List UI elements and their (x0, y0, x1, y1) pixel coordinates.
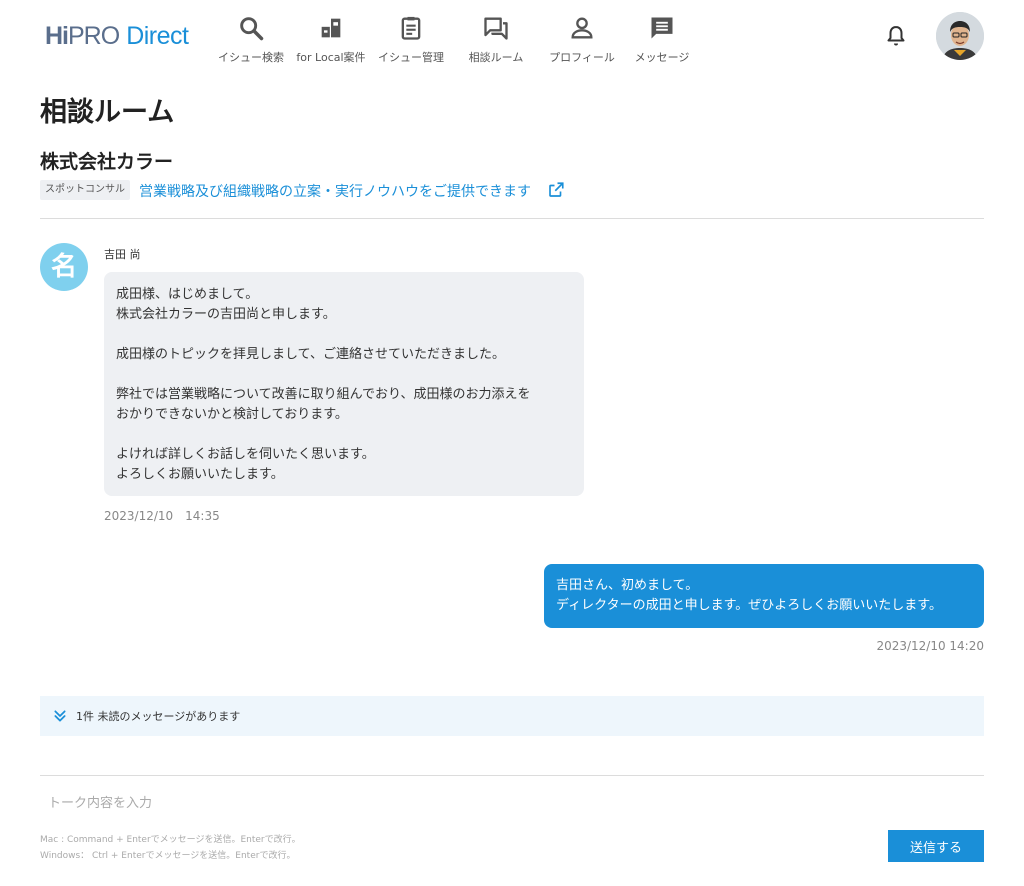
nav-issue-management[interactable]: イシュー管理 (372, 10, 450, 66)
page-title: 相談ルーム (40, 97, 175, 128)
message-line: 成田様のトピックを拝見しまして、ご連絡させていただきました。 (116, 347, 505, 362)
message-line: 成田様、はじめまして。 (116, 287, 259, 302)
message-line: よろしくお願いいたします。 (116, 467, 284, 482)
message-line: よければ詳しくお話しを伺いたく思います。 (116, 447, 375, 462)
clipboard-icon (401, 16, 421, 40)
message-line (116, 425, 572, 445)
hint-mac: Mac : Command + Enterでメッセージを送信。Enterで改行。 (40, 835, 301, 845)
unread-messages-banner[interactable]: 1件 未読のメッセージがあります (40, 696, 984, 736)
search-icon (240, 17, 264, 41)
composer-divider (40, 775, 984, 776)
nav-issue-search[interactable]: イシュー検索 (208, 10, 294, 66)
category-tag: スポットコンサル (40, 180, 130, 200)
double-chevron-down-icon (54, 710, 66, 722)
person-icon (571, 17, 593, 39)
header-divider (40, 218, 984, 219)
hipro-direct-logo[interactable]: Hi PRO Direct (45, 22, 189, 50)
incoming-timestamp: 2023/12/10 14:35 (104, 509, 220, 523)
topic-link[interactable]: 営業戦略及び組織戦略の立案・実行ノウハウをご提供できます (139, 181, 531, 201)
message-line (116, 325, 572, 345)
outgoing-timestamp: 2023/12/10 14:20 (876, 639, 984, 653)
nav-consult-room[interactable]: 相談ルーム (460, 10, 532, 66)
sender-name: 吉田 尚 (104, 248, 141, 261)
avatar-photo-icon (936, 12, 984, 60)
nav-profile[interactable]: プロフィール (542, 10, 622, 66)
incoming-message-bubble: 成田様、はじめまして。 株式会社カラーの吉田尚と申します。 成田様のトピックを拝… (104, 272, 584, 496)
unread-text: 1件 未読のメッセージがあります (76, 710, 241, 723)
message-line: ディレクターの成田と申します。ぜひよろしくお願いいたします。 (556, 598, 942, 613)
top-header: Hi PRO Direct イシュー検索 for Local案件 イシュー管理 相談… (0, 0, 1024, 72)
send-button[interactable]: 送信する (888, 830, 984, 862)
sender-avatar[interactable]: 名 (40, 243, 88, 291)
external-link-icon[interactable] (547, 181, 565, 199)
user-avatar[interactable] (936, 12, 984, 60)
outgoing-message-bubble: 吉田さん、初めまして。 ディレクターの成田と申します。ぜひよろしくお願いいたしま… (544, 564, 984, 628)
message-line: おかりできないかと検討しております。 (116, 407, 348, 422)
message-line: 弊社では営業戦略について改善に取り組んでおり、成田様のお力添えを (116, 387, 531, 402)
company-name: 株式会社カラー (40, 151, 174, 173)
message-icon (651, 17, 673, 39)
message-line: 株式会社カラーの吉田尚と申します。 (116, 307, 336, 322)
message-input[interactable] (40, 788, 984, 818)
hint-windows: Windows： Ctrl + Enterでメッセージを送信。Enterで改行。 (40, 851, 296, 861)
local-icon (321, 18, 341, 38)
chat-icon (484, 17, 508, 40)
message-line: 吉田さん、初めまして。 (556, 578, 699, 593)
nav-for-local[interactable]: for Local案件 (294, 10, 368, 66)
message-line (116, 365, 572, 385)
nav-messages[interactable]: メッセージ (630, 10, 694, 66)
bell-icon[interactable] (884, 24, 908, 48)
